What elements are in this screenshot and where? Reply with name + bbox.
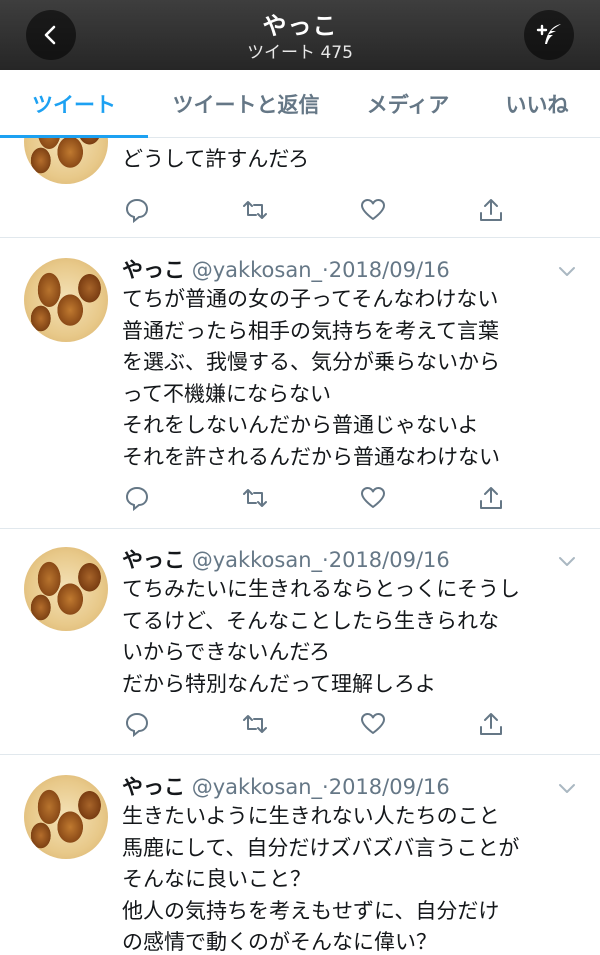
like-heart-icon bbox=[361, 199, 385, 220]
compose-feather-icon bbox=[536, 24, 561, 44]
author-name[interactable]: やっこ bbox=[122, 775, 185, 799]
tab-tweets-and-replies[interactable]: ツイートと返信 bbox=[160, 70, 332, 138]
tab-media[interactable]: メディア bbox=[352, 70, 464, 138]
share-icon bbox=[480, 713, 502, 735]
reply-icon bbox=[125, 486, 149, 511]
tweet[interactable]: やっこ @yakkosan_·2018/09/16 てちみたいに生きれるならとっ… bbox=[0, 529, 600, 755]
tweet-header: やっこ @yakkosan_·2018/09/16 bbox=[122, 254, 450, 284]
tweet-count: ツイート 475 bbox=[247, 43, 353, 63]
tab-likes[interactable]: いいね bbox=[490, 70, 584, 138]
avatar[interactable] bbox=[24, 547, 108, 631]
avatar[interactable] bbox=[24, 138, 108, 184]
chevron-down-icon[interactable] bbox=[556, 777, 578, 799]
tweet[interactable]: どうして許すんだろ bbox=[0, 138, 600, 238]
like-heart-icon bbox=[361, 713, 385, 734]
retweet-icon bbox=[243, 201, 267, 219]
reply-button[interactable] bbox=[122, 483, 152, 513]
tweet-header: やっこ @yakkosan_·2018/09/16 bbox=[122, 771, 450, 801]
author-handle[interactable]: @yakkosan_ bbox=[192, 775, 322, 799]
share-button[interactable] bbox=[476, 709, 506, 739]
chevron-down-icon[interactable] bbox=[556, 550, 578, 572]
like-button[interactable] bbox=[358, 709, 388, 739]
share-button[interactable] bbox=[476, 483, 506, 513]
tab-tweets[interactable]: ツイート bbox=[0, 70, 148, 138]
tweet-text: 生きたいように生きれない人たちのこと 馬鹿にして、自分だけズバズバ言うことが そ… bbox=[122, 804, 520, 954]
tweet-timeline[interactable]: どうして許すんだろ やっこ @yakkosan_·2018/09/16 てちが普… bbox=[0, 138, 600, 955]
author-handle[interactable]: @yakkosan_ bbox=[192, 548, 322, 572]
retweet-icon bbox=[243, 489, 267, 507]
separator-dot: · bbox=[322, 775, 329, 799]
retweet-icon bbox=[243, 715, 267, 733]
avatar[interactable] bbox=[24, 775, 108, 859]
share-button[interactable] bbox=[476, 195, 506, 225]
tweet[interactable]: やっこ @yakkosan_·2018/09/16 てちが普通の女の子ってそんな… bbox=[0, 238, 600, 529]
retweet-button[interactable] bbox=[240, 483, 270, 513]
share-icon bbox=[480, 487, 502, 509]
tweet-actions bbox=[122, 709, 512, 739]
like-heart-icon bbox=[361, 487, 385, 508]
retweet-button[interactable] bbox=[240, 709, 270, 739]
tweet-date[interactable]: 2018/09/16 bbox=[329, 775, 450, 799]
tweet-text: てちみたいに生きれるならとっくにそうし てるけど、そんなことしたら生きられな い… bbox=[122, 577, 520, 696]
reply-button[interactable] bbox=[122, 709, 152, 739]
tweet-actions bbox=[122, 483, 512, 513]
profile-tabs: ツイート ツイートと返信 メディア いいね bbox=[0, 70, 600, 138]
reply-icon bbox=[125, 198, 149, 223]
tweet-text: てちが普通の女の子ってそんなわけない 普通だったら相手の気持ちを考えて言葉 を選… bbox=[122, 287, 500, 469]
tweet-date[interactable]: 2018/09/16 bbox=[329, 258, 450, 282]
reply-button[interactable] bbox=[122, 195, 152, 225]
share-icon bbox=[480, 199, 502, 221]
author-name[interactable]: やっこ bbox=[122, 548, 185, 572]
author-name[interactable]: やっこ bbox=[122, 258, 185, 282]
page-title: やっこ bbox=[262, 12, 338, 40]
separator-dot: · bbox=[322, 258, 329, 282]
compose-button[interactable] bbox=[524, 10, 574, 60]
separator-dot: · bbox=[322, 548, 329, 572]
tweet-date[interactable]: 2018/09/16 bbox=[329, 548, 450, 572]
retweet-button[interactable] bbox=[240, 195, 270, 225]
reply-icon bbox=[125, 712, 149, 737]
tweet-actions bbox=[122, 195, 512, 225]
author-handle[interactable]: @yakkosan_ bbox=[192, 258, 322, 282]
profile-header: やっこ ツイート 475 bbox=[0, 0, 600, 70]
avatar[interactable] bbox=[24, 258, 108, 342]
chevron-down-icon[interactable] bbox=[556, 260, 578, 282]
like-button[interactable] bbox=[358, 195, 388, 225]
like-button[interactable] bbox=[358, 483, 388, 513]
tweet-text: どうして許すんだろ bbox=[122, 147, 310, 171]
tweet[interactable]: やっこ @yakkosan_·2018/09/16 生きたいように生きれない人た… bbox=[0, 755, 600, 955]
tweet-header: やっこ @yakkosan_·2018/09/16 bbox=[122, 544, 450, 574]
